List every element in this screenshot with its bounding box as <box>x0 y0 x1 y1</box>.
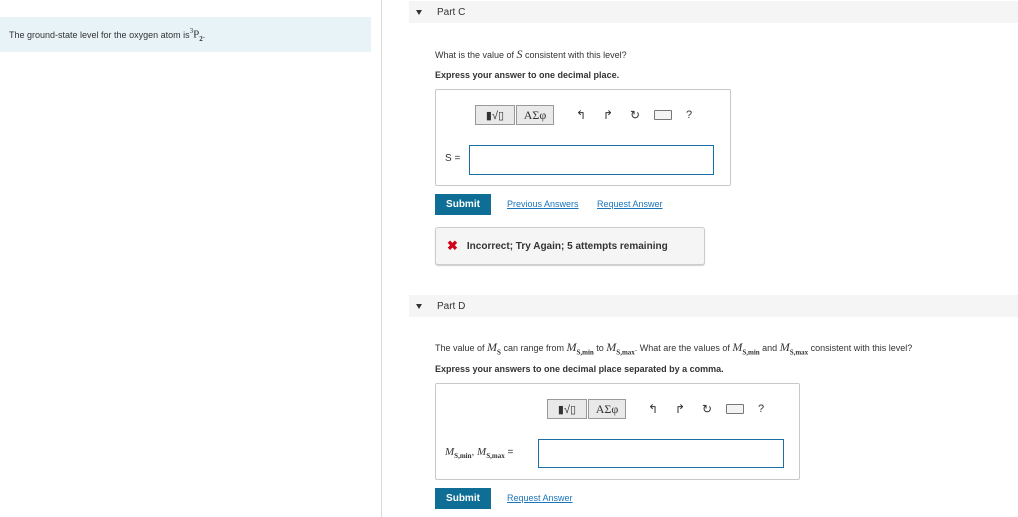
redo-icon[interactable]: ↱ <box>673 402 687 416</box>
part-c-title: Part C <box>437 6 466 18</box>
column-divider <box>381 0 382 517</box>
reset-icon[interactable]: ↻ <box>700 402 714 416</box>
ms-min-var: MS,min <box>566 340 594 357</box>
ms-var: MS <box>487 340 501 357</box>
redo-icon[interactable]: ↱ <box>601 108 615 122</box>
ms-min-var: MS,min <box>732 340 760 357</box>
reset-icon[interactable]: ↻ <box>628 108 642 122</box>
problem-period: . <box>202 29 206 40</box>
undo-icon[interactable]: ↰ <box>574 108 588 122</box>
ms-range-label: MS,min, MS,max = <box>445 446 514 461</box>
s-label: S = <box>445 153 461 164</box>
templates-button[interactable]: ▮√▯ <box>475 105 515 125</box>
part-d-title: Part D <box>437 300 466 312</box>
incorrect-x-icon: ✖ <box>447 238 458 253</box>
feedback-box: ✖ Incorrect; Try Again; 5 attempts remai… <box>435 227 705 265</box>
templates-button[interactable]: ▮√▯ <box>547 399 587 419</box>
question-text: . What are the values of <box>634 343 733 353</box>
question-text: What is the value of <box>435 50 517 60</box>
problem-text: The ground-state level for the oxygen at… <box>9 29 190 40</box>
ms-range-answer-input[interactable] <box>538 439 784 468</box>
part-d-request-answer-link[interactable]: Request Answer <box>507 493 573 503</box>
part-d-toolbar: ▮√▯ ΑΣφ ↰ ↱ ↻ ? <box>547 399 764 419</box>
keyboard-icon[interactable] <box>726 404 744 414</box>
part-d-submit-button[interactable]: Submit <box>435 488 491 509</box>
question-text: consistent with this level? <box>808 343 913 353</box>
part-d-instruction: Express your answers to one decimal plac… <box>435 364 724 374</box>
help-icon[interactable]: ? <box>758 403 764 415</box>
collapse-triangle-icon[interactable] <box>416 9 422 15</box>
question-text: can range from <box>500 343 567 353</box>
ms-max-var: MS,max <box>606 340 635 357</box>
keyboard-icon[interactable] <box>654 110 672 120</box>
part-c-request-answer-link[interactable]: Request Answer <box>597 199 663 209</box>
term-symbol: 3P2 <box>190 27 203 43</box>
part-c-header[interactable]: Part C <box>409 1 1018 23</box>
ms-max-var: MS,max <box>779 340 809 357</box>
previous-answers-link[interactable]: Previous Answers <box>507 199 579 209</box>
problem-statement: The ground-state level for the oxygen at… <box>0 17 371 52</box>
feedback-text: Incorrect; Try Again; 5 attempts remaini… <box>466 240 668 252</box>
greek-symbols-button[interactable]: ΑΣφ <box>588 399 626 419</box>
s-answer-input[interactable] <box>469 145 714 175</box>
part-d-header[interactable]: Part D <box>409 295 1018 317</box>
part-c-question: What is the value of S consistent with t… <box>435 47 627 62</box>
question-text-end: consistent with this level? <box>522 50 627 60</box>
part-c-toolbar: ▮√▯ ΑΣφ ↰ ↱ ↻ ? <box>475 105 692 125</box>
undo-icon[interactable]: ↰ <box>646 402 660 416</box>
question-text: The value of <box>435 343 488 353</box>
part-c-instruction: Express your answer to one decimal place… <box>435 70 620 80</box>
part-d-question: The value of MS can range from MS,min to… <box>435 340 912 356</box>
question-text: to <box>593 343 607 353</box>
part-c-submit-button[interactable]: Submit <box>435 194 491 215</box>
help-icon[interactable]: ? <box>686 109 692 121</box>
question-text: and <box>759 343 780 353</box>
collapse-triangle-icon[interactable] <box>416 303 422 309</box>
greek-symbols-button[interactable]: ΑΣφ <box>516 105 554 125</box>
